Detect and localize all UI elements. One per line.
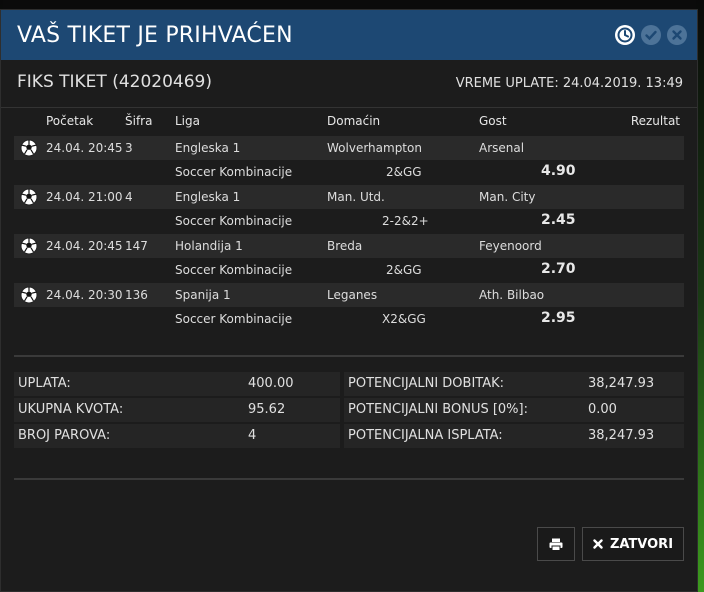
- match-start: 24.04. 20:45: [46, 239, 123, 253]
- match-away: Man. City: [479, 190, 536, 204]
- table-row-detail: Soccer Kombinacije 2&GG 4.90: [14, 160, 684, 184]
- bet-pick: X2&GG: [382, 312, 426, 326]
- divider: [14, 478, 684, 480]
- match-away: Arsenal: [479, 141, 525, 155]
- clock-icon[interactable]: [615, 25, 635, 45]
- bet-odds: 2.95: [541, 310, 576, 326]
- summary-row: BROJ PAROVA: 4 POTENCIJALNA ISPLATA: 38,…: [14, 424, 684, 450]
- close-button[interactable]: ZATVORI: [582, 527, 684, 561]
- bet-odds: 4.90: [541, 163, 576, 179]
- match-league: Spanija 1: [175, 288, 231, 302]
- matches-table: Početak Šifra Liga Domaćin Gost Rezultat…: [14, 108, 684, 332]
- pairs-label: BROJ PAROVA:: [18, 428, 111, 443]
- match-home: Breda: [327, 239, 363, 253]
- check-icon[interactable]: [641, 25, 661, 45]
- summary-box: POTENCIJALNI DOBITAK: 38,247.93: [344, 372, 684, 396]
- match-home: Wolverhampton: [327, 141, 422, 155]
- potential-win-value: 38,247.93: [588, 376, 655, 391]
- bet-pick: 2-2&2+: [382, 214, 429, 228]
- stake-value: 400.00: [248, 376, 294, 391]
- summary-box: BROJ PAROVA: 4: [14, 424, 340, 448]
- potential-bonus-label: POTENCIJALNI BONUS [0%]:: [348, 402, 528, 417]
- soccer-ball-icon: [20, 237, 38, 255]
- summary-row: UKUPNA KVOTA: 95.62 POTENCIJALNI BONUS […: [14, 398, 684, 424]
- match-code: 147: [125, 239, 148, 253]
- summary-box: UKUPNA KVOTA: 95.62: [14, 398, 340, 422]
- soccer-ball-icon: [20, 188, 38, 206]
- header-icons: [615, 25, 687, 45]
- match-league: Holandija 1: [175, 239, 243, 253]
- modal-header: VAŠ TIKET JE PRIHVAĆEN: [1, 10, 697, 60]
- match-start: 24.04. 20:45: [46, 141, 123, 155]
- bet-odds: 2.45: [541, 212, 576, 228]
- summary-box: UPLATA: 400.00: [14, 372, 340, 396]
- header-home: Domaćin: [327, 114, 381, 128]
- bet-type: Soccer Kombinacije: [175, 312, 293, 326]
- table-row-detail: Soccer Kombinacije 2-2&2+ 2.45: [14, 209, 684, 233]
- match-code: 4: [125, 190, 133, 204]
- table-row: 24.04. 21:00 4 Engleska 1 Man. Utd. Man.…: [14, 185, 684, 209]
- match-home: Man. Utd.: [327, 190, 385, 204]
- soccer-ball-icon: [20, 139, 38, 157]
- match-start: 24.04. 20:30: [46, 288, 123, 302]
- match-start: 24.04. 21:00: [46, 190, 123, 204]
- summary-box: POTENCIJALNA ISPLATA: 38,247.93: [344, 424, 684, 448]
- match-code: 136: [125, 288, 148, 302]
- ticket-summary: UPLATA: 400.00 POTENCIJALNI DOBITAK: 38,…: [14, 372, 684, 450]
- header-away: Gost: [479, 114, 507, 128]
- close-icon[interactable]: [667, 25, 687, 45]
- match-away: Feyenoord: [479, 239, 542, 253]
- x-icon: [593, 539, 603, 549]
- total-odds-label: UKUPNA KVOTA:: [18, 402, 124, 417]
- bet-type: Soccer Kombinacije: [175, 214, 293, 228]
- payment-time: VREME UPLATE: 24.04.2019. 13:49: [455, 76, 683, 91]
- potential-win-label: POTENCIJALNI DOBITAK:: [348, 376, 505, 391]
- bet-pick: 2&GG: [386, 263, 422, 277]
- summary-box: POTENCIJALNI BONUS [0%]: 0.00: [344, 398, 684, 422]
- pairs-value: 4: [248, 428, 257, 443]
- match-home: Leganes: [327, 288, 378, 302]
- table-row: 24.04. 20:45 147 Holandija 1 Breda Feyen…: [14, 234, 684, 258]
- stake-label: UPLATA:: [18, 376, 71, 391]
- table-row-detail: Soccer Kombinacije X2&GG 2.95: [14, 307, 684, 331]
- table-header: Početak Šifra Liga Domaćin Gost Rezultat: [14, 108, 684, 136]
- close-button-label: ZATVORI: [609, 536, 674, 552]
- bet-odds: 2.70: [541, 261, 576, 277]
- match-code: 3: [125, 141, 133, 155]
- printer-icon: [549, 538, 563, 551]
- summary-row: UPLATA: 400.00 POTENCIJALNI DOBITAK: 38,…: [14, 372, 684, 398]
- table-row: 24.04. 20:30 136 Spanija 1 Leganes Ath. …: [14, 283, 684, 307]
- header-code: Šifra: [125, 114, 153, 128]
- potential-payout-value: 38,247.93: [588, 428, 655, 443]
- divider: [14, 355, 684, 357]
- potential-bonus-value: 0.00: [588, 402, 617, 417]
- table-row-detail: Soccer Kombinacije 2&GG 2.70: [14, 258, 684, 282]
- ticket-header: FIKS TIKET (42020469) VREME UPLATE: 24.0…: [1, 60, 697, 108]
- modal-title: VAŠ TIKET JE PRIHVAĆEN: [17, 22, 293, 48]
- header-start: Početak: [46, 114, 94, 128]
- match-league: Engleska 1: [175, 141, 241, 155]
- match-away: Ath. Bilbao: [479, 288, 545, 302]
- bet-pick: 2&GG: [386, 165, 422, 179]
- soccer-ball-icon: [20, 286, 38, 304]
- print-button[interactable]: [537, 527, 575, 561]
- ticket-title: FIKS TIKET (42020469): [17, 72, 213, 92]
- header-result: Rezultat: [630, 114, 680, 128]
- bet-type: Soccer Kombinacije: [175, 263, 293, 277]
- bet-type: Soccer Kombinacije: [175, 165, 293, 179]
- table-row: 24.04. 20:45 3 Engleska 1 Wolverhampton …: [14, 136, 684, 160]
- match-league: Engleska 1: [175, 190, 241, 204]
- header-league: Liga: [175, 114, 200, 128]
- total-odds-value: 95.62: [248, 402, 286, 417]
- potential-payout-label: POTENCIJALNA ISPLATA:: [348, 428, 503, 443]
